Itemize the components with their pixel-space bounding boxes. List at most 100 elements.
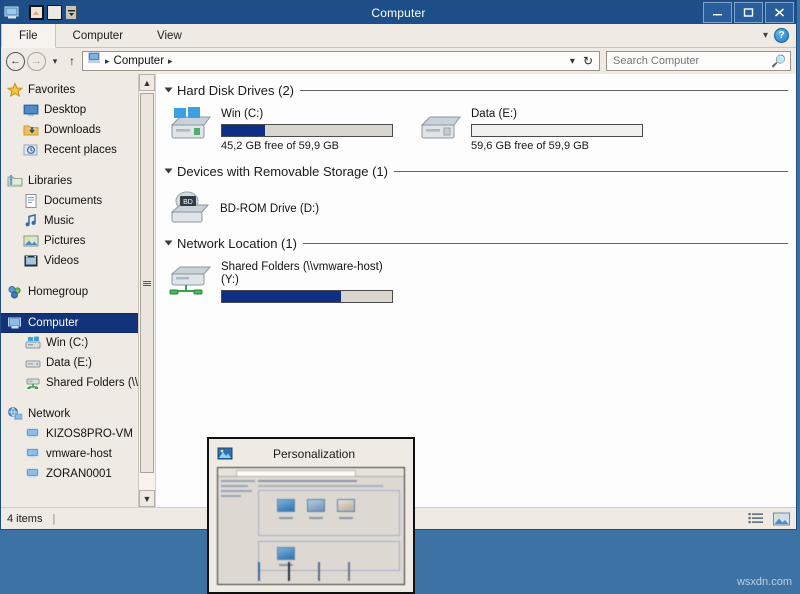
popup-screenshot-thumbnail [217,467,405,585]
sidebar-item-videos[interactable]: Videos [1,251,155,271]
sidebar-item-pictures[interactable]: Pictures [1,231,155,251]
customize-quick-access-dropdown[interactable] [65,5,77,20]
back-arrow-icon[interactable]: ← [6,52,25,71]
maximize-button[interactable] [734,2,763,23]
address-bar[interactable]: ▸ Computer ▸ ▾ ↻ [82,51,600,71]
properties-icon[interactable] [29,5,44,20]
scrollbar-thumb[interactable] [140,93,154,473]
collapse-triangle-icon[interactable] [165,241,173,246]
sidebar-item-label: Recent places [44,144,117,156]
scroll-up-arrow-icon[interactable]: ▲ [139,74,155,91]
search-input[interactable] [611,54,771,68]
sidebar-item-label: Data (E:) [46,357,92,369]
sidebar-item-win-c[interactable]: Win (C:) [1,333,155,353]
sidebar-group-gap [1,393,155,404]
section-divider [303,243,788,244]
section-header-removable-storage[interactable]: Devices with Removable Storage (1) [156,162,796,180]
section-divider [394,171,788,172]
up-arrow-icon[interactable]: ↑ [64,52,80,71]
capacity-bar [471,124,643,137]
item-count-label: 4 items [7,513,42,525]
sidebar-item-label: Computer [28,317,79,329]
navigation-pane-scrollbar[interactable]: ▲ ▼ [138,74,155,507]
drive-name: Win (C:) [221,108,393,121]
sidebar-item-homegroup[interactable]: Homegroup [1,282,155,302]
thumb-theme-group [258,490,400,536]
bd-rom-drive-icon: BD [166,188,214,230]
capacity-bar [221,124,393,137]
search-box[interactable]: 🔍 [606,51,791,71]
drive-tile-data-e[interactable]: Data (E:) 59,6 GB free of 59,9 GB [416,105,666,152]
tab-file[interactable]: File [1,24,56,48]
quick-access-toolbar [1,5,77,20]
sidebar-item-computer[interactable]: Computer [1,313,155,333]
help-icon[interactable]: ? [774,28,789,43]
close-button[interactable] [765,2,794,23]
chevron-down-icon[interactable]: ▾ [763,30,768,41]
section-header-network-location[interactable]: Network Location (1) [156,234,796,252]
capacity-bar-fill [222,125,265,136]
breadcrumb-separator[interactable]: ▸ [168,56,173,67]
search-icon[interactable]: 🔍 [771,54,786,68]
section-header-hard-disk-drives[interactable]: Hard Disk Drives (2) [156,81,796,99]
sidebar-item-favorites[interactable]: Favorites [1,80,155,100]
computer-icon[interactable] [4,5,20,20]
personalization-preview-popup[interactable]: Personalization [207,437,415,594]
recent-locations-icon[interactable]: ▾ [48,52,62,71]
windows-drive-icon [25,335,41,351]
scroll-down-arrow-icon[interactable]: ▼ [139,490,155,507]
tab-computer[interactable]: Computer [56,24,141,47]
star-icon [7,82,23,98]
scrollbar-track[interactable] [139,91,155,490]
refresh-icon[interactable]: ↻ [583,54,593,68]
sidebar-item-label: Homegroup [28,286,88,298]
sidebar-item-label: ZORAN0001 [46,468,112,480]
sidebar-group-gap [1,160,155,171]
tab-view-label: View [157,30,182,42]
sidebar-item-vmware-host[interactable]: vmware-host [1,444,155,464]
sidebar-item-shared-folders[interactable]: Shared Folders (\\vmwa [1,373,155,393]
sidebar-item-libraries[interactable]: Libraries [1,171,155,191]
minimize-button[interactable] [703,2,732,23]
network-drive-icon [25,375,41,391]
computer-node-icon [25,446,41,462]
sidebar-item-desktop[interactable]: Desktop [1,100,155,120]
libraries-icon [7,173,23,189]
homegroup-icon [7,284,23,300]
forward-arrow-icon[interactable]: → [27,52,46,71]
chevron-down-icon[interactable]: ▾ [570,56,575,67]
window-title: Computer [1,6,796,20]
sidebar-item-recent-places[interactable]: Recent places [1,140,155,160]
sidebar-item-data-e[interactable]: Data (E:) [1,353,155,373]
sidebar-item-music[interactable]: Music [1,211,155,231]
drive-info: Data (E:) 59,6 GB free of 59,9 GB [471,105,643,152]
network-icon [7,406,23,422]
sidebar-item-label: vmware-host [46,448,112,460]
sidebar-item-network[interactable]: Network [1,404,155,424]
sidebar-item-downloads[interactable]: Downloads [1,120,155,140]
collapse-triangle-icon[interactable] [165,88,173,93]
details-view-icon[interactable] [747,511,765,527]
drive-tile-bd-rom[interactable]: BD BD-ROM Drive (D:) [156,182,796,234]
help-label: ? [778,30,784,41]
ribbon-tab-strip: File Computer View ▾ ? [1,24,796,48]
sidebar-item-zoran0001[interactable]: ZORAN0001 [1,464,155,484]
navigation-bar: ← → ▾ ↑ ▸ Computer ▸ ▾ ↻ 🔍 [1,48,796,74]
sidebar-item-kizos8pro-vm[interactable]: KIZOS8PRO-VM [1,424,155,444]
new-folder-icon[interactable] [47,5,62,20]
sidebar-item-label: Pictures [44,235,86,247]
sidebar-item-documents[interactable]: Documents [1,191,155,211]
breadcrumb-separator: ▸ [105,56,110,67]
drive-name: BD-ROM Drive (D:) [220,203,319,216]
title-bar: Computer [1,1,796,24]
drive-tile-win-c[interactable]: Win (C:) 45,2 GB free of 59,9 GB [166,105,416,152]
drive-tile-shared-folders[interactable]: Shared Folders (\\vmware-host) (Y:) [166,258,416,306]
thumb-sidebar [221,480,255,500]
large-icons-view-icon[interactable] [772,511,790,527]
desktop-icon [23,102,39,118]
capacity-bar [221,290,393,303]
tab-view[interactable]: View [140,24,199,47]
collapse-triangle-icon[interactable] [165,169,173,174]
breadcrumb[interactable]: Computer [114,55,165,67]
thumb-screen-saver-item [348,563,368,581]
